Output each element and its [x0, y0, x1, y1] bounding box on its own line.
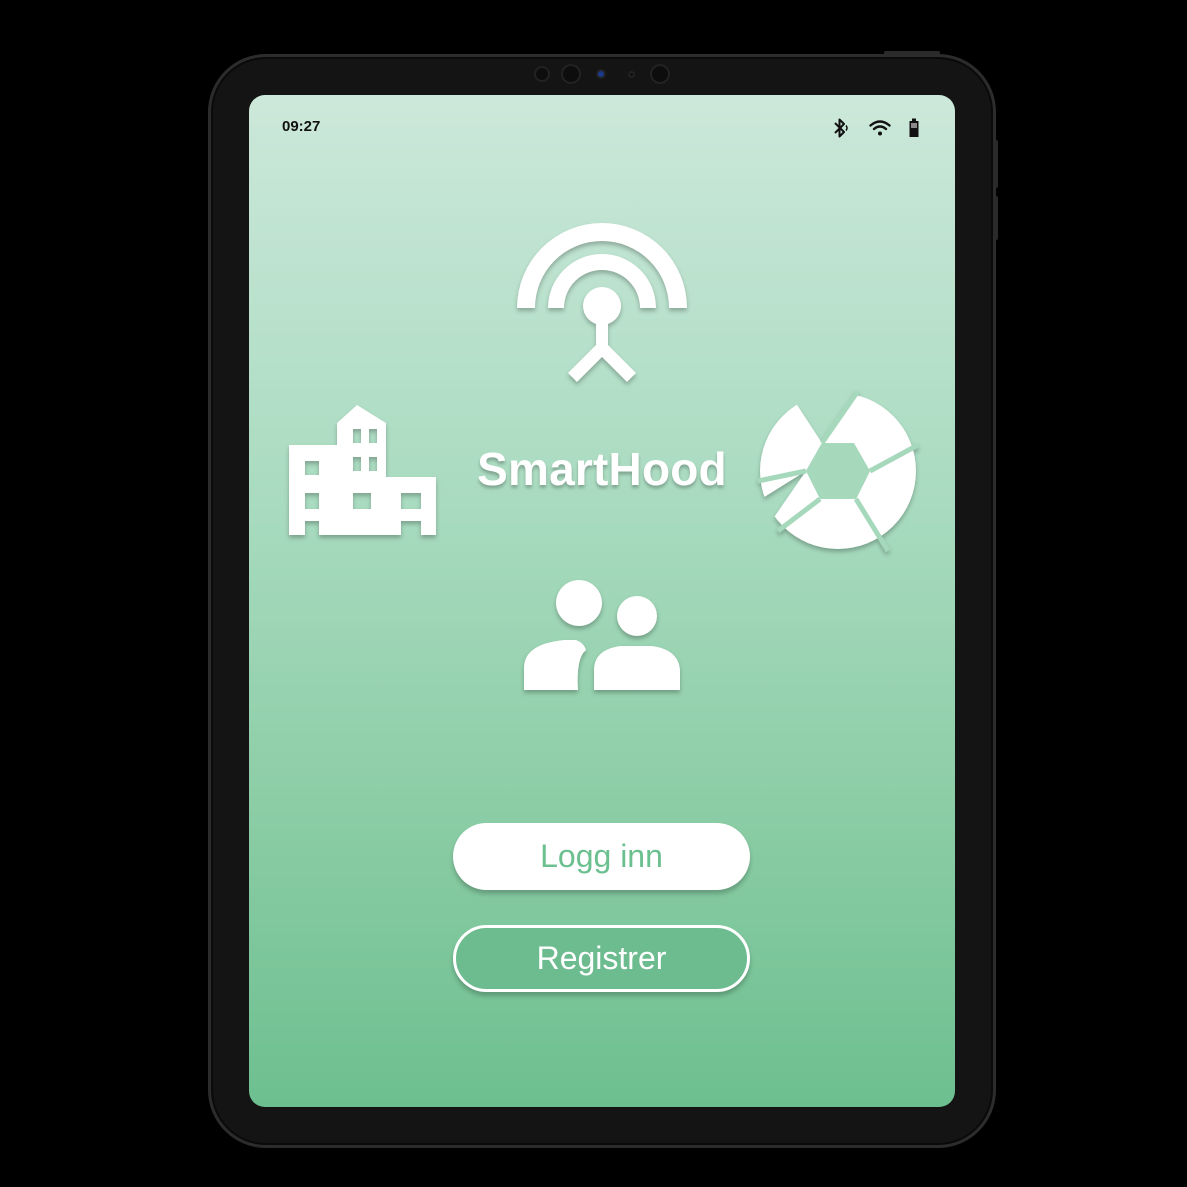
app-screen: 09:27 SmartHood Logg inn Registrer [249, 95, 955, 1107]
sensor-dot [536, 68, 548, 80]
sensor-dot [630, 73, 633, 76]
volume-down-button [994, 196, 998, 240]
register-button[interactable]: Registrer [453, 925, 750, 992]
battery-icon [909, 118, 919, 138]
sensor-dot [563, 66, 579, 82]
volume-up-button [994, 140, 998, 188]
bluetooth-icon [831, 117, 851, 139]
camera-shutter-icon [757, 389, 920, 553]
wifi-icon [869, 119, 891, 137]
camera-lens [598, 71, 604, 77]
login-button[interactable]: Logg inn [453, 823, 750, 890]
camera-bar [530, 64, 672, 84]
status-icons [831, 117, 919, 139]
status-time: 09:27 [282, 118, 321, 135]
sensor-dot [652, 66, 668, 82]
people-icon [524, 580, 682, 690]
antenna-icon [515, 221, 689, 391]
